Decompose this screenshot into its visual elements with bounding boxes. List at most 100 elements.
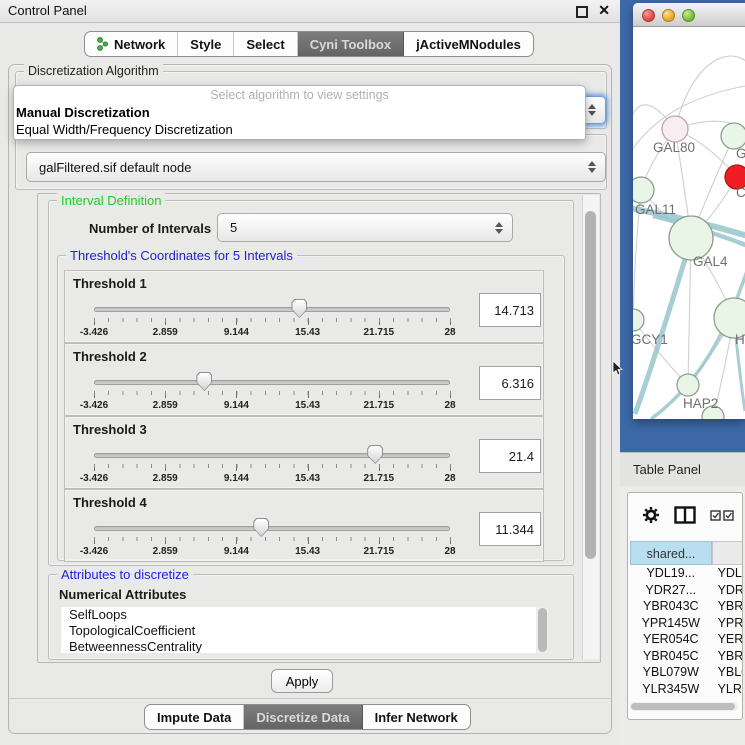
table-cell[interactable]: YDR27	[712, 582, 743, 599]
slider-thumb-icon[interactable]	[253, 518, 269, 537]
dropdown-option-equal-width[interactable]: Equal Width/Frequency Discretization	[14, 121, 585, 138]
float-window-icon[interactable]	[576, 6, 588, 18]
table-cell[interactable]: YDL19	[712, 565, 743, 582]
table-cell[interactable]: YIL052C	[712, 697, 743, 699]
slider-track[interactable]	[94, 307, 450, 312]
slider-tick-labels: -3.4262.8599.14415.4321.71528	[94, 400, 450, 413]
table-cell[interactable]: YBR043C	[630, 598, 712, 615]
table-cell[interactable]: YER054C	[630, 631, 712, 648]
table-data-group: Table Data galFiltered.sif default node	[15, 134, 607, 190]
dropdown-option-manual-discretization[interactable]: Manual Discretization	[14, 104, 585, 121]
slider-thumb-icon[interactable]	[291, 299, 307, 318]
threshold-slider[interactable]: -3.4262.8599.14415.4321.71528	[94, 443, 450, 487]
slider-minor-ticks	[94, 318, 451, 322]
table-data-combobox[interactable]: galFiltered.sif default node	[26, 152, 606, 182]
table-row[interactable]: YDL19...YDL19	[630, 565, 743, 582]
threshold-slider[interactable]: -3.4262.8599.14415.4321.71528	[94, 516, 450, 560]
table-cell[interactable]: YPR145W	[630, 615, 712, 632]
group-title: Interval Definition	[57, 193, 165, 208]
threshold-value-field[interactable]: 21.4	[479, 439, 541, 473]
slider-track[interactable]	[94, 453, 450, 458]
table-cell[interactable]: YIL052C	[630, 697, 712, 699]
table-cell[interactable]: YPR145W	[712, 615, 743, 632]
scrollbar-thumb[interactable]	[631, 703, 735, 710]
tab-select[interactable]: Select	[234, 32, 297, 56]
table-cell[interactable]: YBR045C	[712, 648, 743, 665]
network-node[interactable]	[633, 309, 644, 331]
split-pane-icon[interactable]	[674, 506, 696, 524]
table-row[interactable]: YBL079WYBL079W	[630, 664, 743, 681]
table-horizontal-scrollbar[interactable]	[630, 702, 738, 711]
column-header-name[interactable]: name	[712, 541, 743, 565]
scrollbar-thumb[interactable]	[585, 211, 596, 559]
settings-scrollpane: Interval Definition Number of Intervals …	[37, 193, 601, 663]
tab-label: Infer Network	[375, 710, 458, 725]
table-cell[interactable]: YDL19...	[630, 565, 712, 582]
table-row[interactable]: YBR045CYBR045C	[630, 648, 743, 665]
table-cell[interactable]: YLR345W	[630, 681, 712, 698]
threshold-slider[interactable]: -3.4262.8599.14415.4321.71528	[94, 297, 450, 341]
checkbox-icon[interactable]	[723, 510, 734, 521]
combo-arrows-icon	[588, 104, 596, 116]
network-node[interactable]	[677, 374, 699, 396]
slider-thumb-icon[interactable]	[367, 445, 383, 464]
tab-style[interactable]: Style	[178, 32, 234, 56]
table-cell[interactable]: YLR345W	[712, 681, 743, 698]
slider-thumb-icon[interactable]	[196, 372, 212, 391]
dropdown-hint-item[interactable]: Select algorithm to view settings	[14, 86, 585, 104]
zoom-traffic-light-icon[interactable]	[682, 9, 695, 22]
table-cell[interactable]: YDR27...	[630, 582, 712, 599]
table-cell[interactable]: YBR043C	[712, 598, 743, 615]
network-node[interactable]	[662, 116, 688, 142]
group-title: Attributes to discretize	[57, 567, 193, 582]
tab-discretize-data[interactable]: Discretize Data	[244, 705, 362, 729]
table-cell[interactable]: YBL079W	[712, 664, 743, 681]
network-canvas[interactable]: GAL80GCGAL11GAL4GCY1HHAP2	[633, 26, 745, 419]
control-panel-title: Control Panel	[8, 3, 87, 18]
node-table-card: shared... name YDL19...YDL19YDR27...YDR2…	[627, 492, 743, 720]
table-row[interactable]: YPR145WYPR145W	[630, 615, 743, 632]
table-cell[interactable]: YBR045C	[630, 648, 712, 665]
table-data-combobox-value: galFiltered.sif default node	[39, 160, 191, 175]
table-row[interactable]: YER054CYER054C	[630, 631, 743, 648]
table-row[interactable]: YDR27...YDR27	[630, 582, 743, 599]
attributes-scrollbar[interactable]	[536, 607, 549, 653]
tab-network[interactable]: Network	[85, 32, 178, 56]
threshold-value-field[interactable]: 14.713	[479, 293, 541, 327]
network-node[interactable]	[633, 177, 654, 203]
tab-jactivemnodules[interactable]: jActiveMNodules	[404, 32, 533, 56]
apply-button[interactable]: Apply	[271, 669, 333, 693]
attribute-list-item[interactable]: TopologicalCoefficient	[61, 623, 549, 639]
scrollbar-thumb[interactable]	[538, 608, 547, 652]
combo-arrows-icon	[495, 222, 503, 234]
slider-track[interactable]	[94, 380, 450, 385]
network-window[interactable]: GAL80GCGAL11GAL4GCY1HHAP2	[633, 3, 745, 419]
minimize-traffic-light-icon[interactable]	[662, 9, 675, 22]
network-node-label: GAL80	[653, 140, 695, 155]
threshold-value-field[interactable]: 11.344	[479, 512, 541, 546]
tab-infer-network[interactable]: Infer Network	[363, 705, 470, 729]
attribute-list-item[interactable]: SelfLoops	[61, 607, 549, 623]
checkbox-icon[interactable]	[710, 510, 721, 521]
slider-track[interactable]	[94, 526, 450, 531]
gear-icon[interactable]	[642, 506, 660, 524]
table-cell[interactable]: YER054C	[712, 631, 743, 648]
table-cell[interactable]: YBL079W	[630, 664, 712, 681]
threshold-value-field[interactable]: 6.316	[479, 366, 541, 400]
column-header-shared-name[interactable]: shared...	[630, 541, 712, 565]
tab-cyni-toolbox[interactable]: Cyni Toolbox	[298, 32, 404, 56]
settings-vertical-scrollbar[interactable]	[582, 195, 599, 659]
tab-impute-data[interactable]: Impute Data	[145, 705, 244, 729]
table-row[interactable]: YLR345WYLR345W	[630, 681, 743, 698]
threshold-slider[interactable]: -3.4262.8599.14415.4321.71528	[94, 370, 450, 414]
numerical-attributes-list[interactable]: SelfLoopsTopologicalCoefficientBetweenne…	[61, 607, 549, 653]
attribute-list-item[interactable]: BetweennessCentrality	[61, 639, 549, 653]
network-node-label: C	[736, 185, 745, 200]
number-of-intervals-label: Number of Intervals	[89, 221, 211, 236]
table-row[interactable]: YIL052CYIL052C	[630, 697, 743, 699]
close-icon[interactable]: ✕	[598, 2, 610, 19]
network-window-titlebar[interactable]	[633, 3, 745, 27]
number-of-intervals-combobox[interactable]: 5	[217, 213, 513, 242]
close-traffic-light-icon[interactable]	[642, 9, 655, 22]
table-row[interactable]: YBR043CYBR043C	[630, 598, 743, 615]
